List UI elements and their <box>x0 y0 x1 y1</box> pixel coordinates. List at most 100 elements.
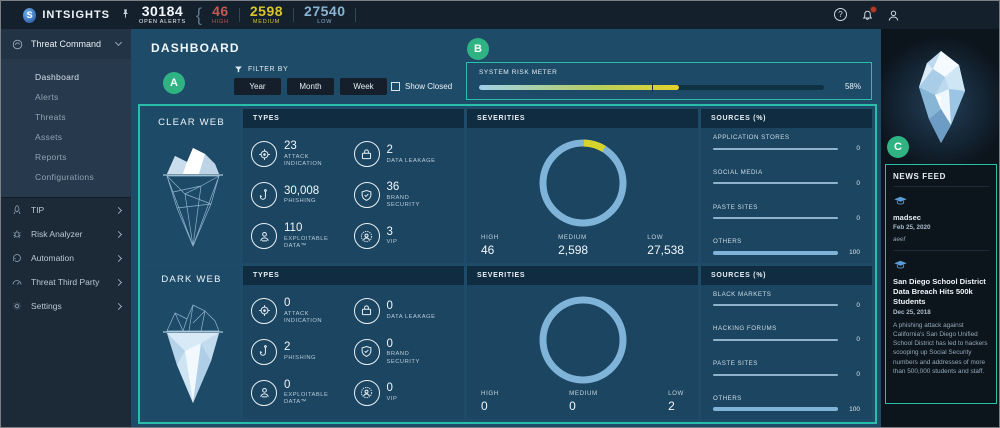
severity-low: LOW27,538 <box>647 234 684 257</box>
type-exploitable-data: 0EXPLOITABLE DATA™ <box>251 372 354 413</box>
severity-medium: MEDIUM0 <box>569 390 598 413</box>
chevron-down-icon <box>115 39 122 46</box>
severities-header: SEVERITIES <box>467 109 698 128</box>
type-data-leakage: 2DATA LEAKAGE <box>354 134 457 175</box>
topbar-actions: ? <box>834 1 901 29</box>
type-attack-indication: 23ATTACK INDICATION <box>251 134 354 175</box>
news-item[interactable]: madsec Feb 25, 2020 aeef <box>893 187 989 251</box>
news-date: Dec 25, 2018 <box>893 309 989 316</box>
sidebar-item-settings[interactable]: Settings <box>1 294 131 318</box>
severities-body: HIGH0 MEDIUM0 LOW2 <box>467 285 698 420</box>
sidebar-item-tip[interactable]: TIP <box>1 198 131 222</box>
help-icon[interactable]: ? <box>834 8 849 23</box>
news-item[interactable]: San Diego School District Data Breach Hi… <box>893 251 989 376</box>
severity-totals: HIGH46 MEDIUM2,598 LOW27,538 <box>467 234 698 257</box>
source-others: OTHERS 100 <box>713 238 860 256</box>
data-leakage-icon <box>354 298 380 324</box>
filter-icon <box>234 65 243 74</box>
sidebar-item-risk-analyzer[interactable]: Risk Analyzer <box>1 222 131 246</box>
brand: S INTSIGHTS <box>1 8 131 23</box>
sources-header: SOURCES (%) <box>701 266 872 285</box>
clear-web-label: CLEAR WEB <box>158 117 225 128</box>
risk-meter-fill <box>479 85 679 90</box>
type-vip: 3VIP <box>354 216 457 257</box>
severities-body: HIGH46 MEDIUM2,598 LOW27,538 <box>467 128 698 263</box>
phishing-hook-icon <box>251 182 277 208</box>
system-risk-meter: SYSTEM RISK METER 58% <box>466 62 872 100</box>
type-brand-security: 36BRAND SECURITY <box>354 175 457 216</box>
annotation-badge-c: C <box>887 136 909 158</box>
chevron-right-icon <box>115 278 122 285</box>
types-body: 23ATTACK INDICATION 2DATA LEAKAGE 30,008… <box>243 128 464 263</box>
severities-donut-chart <box>535 135 631 231</box>
type-brand-security: 0BRAND SECURITY <box>354 331 457 372</box>
dark-web-severities-panel: SEVERITIES HIGH0 MEDIUM0 LO <box>467 266 698 420</box>
news-body: aeef <box>893 236 989 243</box>
type-attack-indication: 0ATTACK INDICATION <box>251 291 354 332</box>
sidebar: Threat Command Dashboard Alerts Threats … <box>1 29 131 428</box>
dashboard-grid: CLEAR WEB TYPES <box>138 104 877 424</box>
gauge-icon <box>11 276 23 288</box>
severity-totals: HIGH0 MEDIUM0 LOW2 <box>467 390 698 413</box>
type-exploitable-data: 110EXPLOITABLE DATA™ <box>251 216 354 257</box>
source-social-media: SOCIAL MEDIA 0 <box>713 169 860 187</box>
show-closed-toggle[interactable]: Show Closed <box>391 82 452 91</box>
news-body: A phishing attack against California's S… <box>893 321 989 377</box>
sidebar-item-configurations[interactable]: Configurations <box>1 167 131 187</box>
app-root: S INTSIGHTS 30184 OPEN ALERTS { 46 HIGH … <box>0 0 1000 428</box>
brand-name: INTSIGHTS <box>42 9 110 21</box>
chevron-right-icon <box>115 254 122 261</box>
shield-icon <box>354 182 380 208</box>
sidebar-item-threats[interactable]: Threats <box>1 107 131 127</box>
chevron-right-icon <box>115 230 122 237</box>
sidebar-item-alerts[interactable]: Alerts <box>1 87 131 107</box>
filter-year-button[interactable]: Year <box>234 78 281 95</box>
notifications-bell-icon[interactable] <box>860 8 875 23</box>
sidebar-section: TIP Risk Analyzer Automation Threat Thir… <box>1 197 131 318</box>
clear-web-row: CLEAR WEB TYPES <box>143 109 872 263</box>
dark-web-label-cell: DARK WEB <box>143 266 240 420</box>
sidebar-item-dashboard[interactable]: Dashboard <box>1 67 131 87</box>
filter-month-button[interactable]: Month <box>287 78 334 95</box>
pin-icon[interactable] <box>120 8 131 22</box>
dark-web-sources-panel: SOURCES (%) BLACK MARKETS 0 HACKING FORU… <box>701 266 872 420</box>
graduation-cap-icon <box>893 195 908 206</box>
right-panel: C NEWS FEED madsec Feb 25, 2020 aeef San… <box>881 29 1000 428</box>
user-icon[interactable] <box>886 8 901 23</box>
automation-icon <box>11 252 23 264</box>
high-stat: 46 HIGH <box>212 4 229 26</box>
alert-stats: 30184 OPEN ALERTS { 46 HIGH 2598 MEDIUM … <box>139 4 356 26</box>
gear-icon <box>11 300 23 312</box>
main-content: DASHBOARD A FILTER BY Year Month Week Sh… <box>131 29 881 428</box>
exploitable-data-icon <box>251 380 277 406</box>
risk-meter-value: 58% <box>845 82 861 91</box>
exploitable-data-icon <box>251 223 277 249</box>
risk-meter-track <box>479 85 824 90</box>
source-paste-sites: PASTE SITES 0 <box>713 360 860 378</box>
top-bar: S INTSIGHTS 30184 OPEN ALERTS { 46 HIGH … <box>1 1 1000 29</box>
filter-by: FILTER BY <box>234 65 288 74</box>
type-vip: 0VIP <box>354 372 457 413</box>
open-alerts-stat: 30184 OPEN ALERTS <box>139 4 186 26</box>
sidebar-item-automation[interactable]: Automation <box>1 246 131 270</box>
news-feed-panel: NEWS FEED madsec Feb 25, 2020 aeef San D… <box>885 164 997 404</box>
clear-web-types-panel: TYPES 23ATTACK INDICATION 2DATA LEAKAGE <box>243 109 464 263</box>
chevron-right-icon <box>115 206 122 213</box>
divider <box>239 8 240 22</box>
intsights-logo-icon: S <box>23 8 36 23</box>
divider <box>355 8 356 22</box>
source-black-markets: BLACK MARKETS 0 <box>713 291 860 309</box>
severity-high: HIGH0 <box>481 390 499 413</box>
threat-command-icon <box>11 38 24 51</box>
clear-web-severities-panel: SEVERITIES HIGH46 MEDIUM2,598 <box>467 109 698 263</box>
sidebar-item-threat-command[interactable]: Threat Command <box>1 29 131 59</box>
sidebar-item-assets[interactable]: Assets <box>1 127 131 147</box>
notification-badge <box>870 6 877 13</box>
threat-command-submenu: Dashboard Alerts Threats Assets Reports … <box>1 59 131 197</box>
sidebar-item-threat-third-party[interactable]: Threat Third Party <box>1 270 131 294</box>
dark-web-types-panel: TYPES 0ATTACK INDICATION 0DATA LEAKAGE <box>243 266 464 420</box>
filter-week-button[interactable]: Week <box>340 78 387 95</box>
sidebar-item-reports[interactable]: Reports <box>1 147 131 167</box>
show-closed-checkbox[interactable] <box>391 82 400 91</box>
risk-meter-marker <box>652 83 653 92</box>
